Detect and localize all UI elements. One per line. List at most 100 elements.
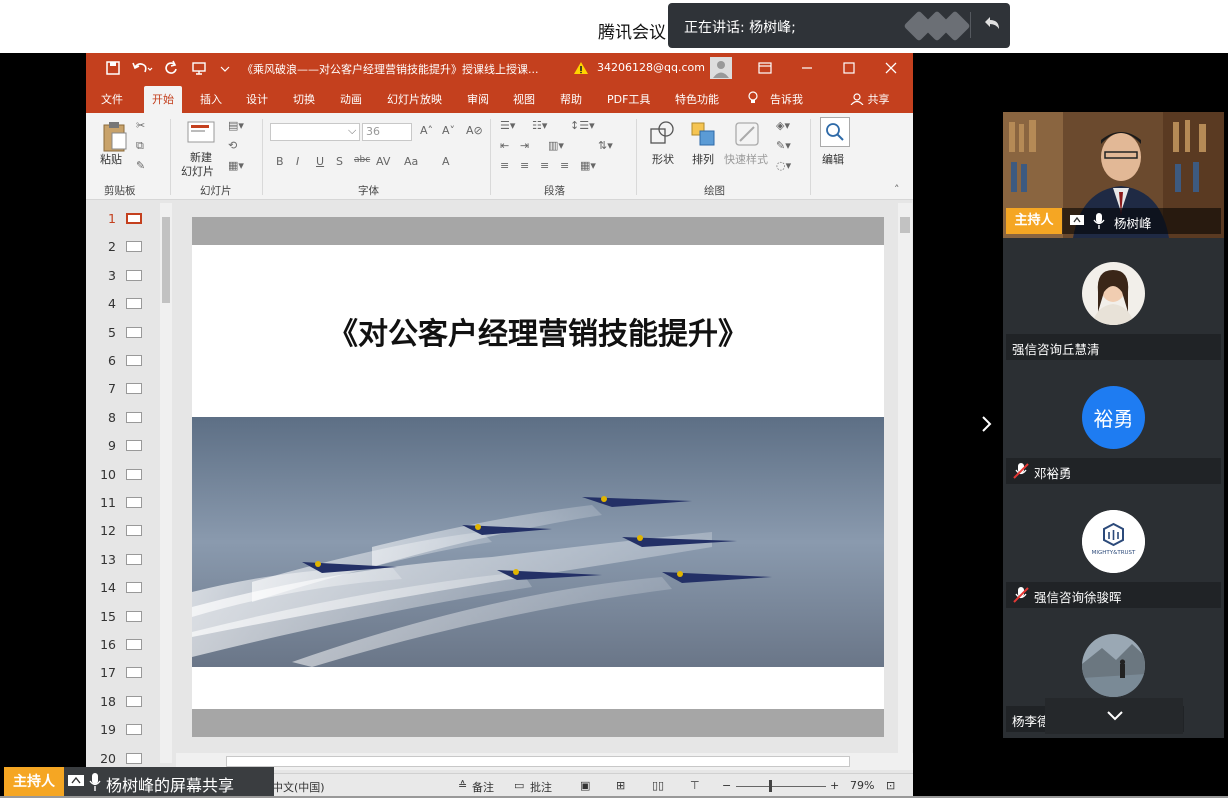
section-icon[interactable]: ▦▾ bbox=[228, 159, 244, 172]
slide-sorter-icon[interactable]: ⊞ bbox=[616, 779, 625, 792]
slide-thumbnail-image[interactable] bbox=[126, 724, 142, 736]
collapse-list-button[interactable] bbox=[1045, 698, 1183, 734]
thumbnail-scrollbar[interactable] bbox=[160, 203, 172, 763]
distribute-icon[interactable]: ▦▾ bbox=[580, 159, 596, 172]
tab-slideshow[interactable]: 幻灯片放映 bbox=[387, 91, 442, 107]
scroll-thumb[interactable] bbox=[900, 217, 910, 233]
slide-thumbnail[interactable]: 12 bbox=[86, 519, 156, 547]
slide-thumbnail[interactable]: 7 bbox=[86, 377, 156, 405]
slide-thumbnail-image[interactable] bbox=[126, 667, 142, 679]
slide-thumbnail[interactable]: 4 bbox=[86, 292, 156, 320]
strikethrough-button[interactable]: abc bbox=[354, 155, 370, 165]
cut-icon[interactable]: ✂ bbox=[136, 119, 145, 132]
slide-thumbnail[interactable]: 9 bbox=[86, 434, 156, 462]
slide-thumbnail-image[interactable] bbox=[126, 525, 142, 537]
normal-view-icon[interactable]: ▣ bbox=[580, 779, 590, 792]
zoom-slider-thumb[interactable] bbox=[769, 780, 772, 792]
slide-thumbnail[interactable]: 3 bbox=[86, 264, 156, 292]
zoom-level[interactable]: 79% bbox=[850, 779, 874, 792]
comments-button[interactable]: 批注 bbox=[530, 779, 552, 795]
slide-thumbnail[interactable]: 19 bbox=[86, 718, 156, 746]
quick-styles-button[interactable]: 快速样式 bbox=[724, 151, 768, 167]
align-center-icon[interactable]: ≡ bbox=[520, 159, 529, 172]
shapes-button[interactable]: 形状 bbox=[652, 151, 674, 167]
slide-thumbnail[interactable]: 16 bbox=[86, 633, 156, 661]
slide-scrollbar[interactable] bbox=[898, 203, 912, 763]
account-avatar-icon[interactable] bbox=[710, 57, 732, 79]
scroll-thumb[interactable] bbox=[226, 756, 850, 767]
notes-icon[interactable]: ≙ bbox=[458, 779, 467, 792]
comments-icon[interactable]: ▭ bbox=[514, 779, 524, 792]
slide-thumbnail-image[interactable] bbox=[126, 213, 142, 224]
underline-button[interactable]: U bbox=[316, 155, 324, 168]
undo-icon[interactable] bbox=[130, 59, 153, 77]
font-color-button[interactable]: A bbox=[442, 155, 450, 168]
slide-thumbnail[interactable]: 5 bbox=[86, 321, 156, 349]
new-slide-button[interactable]: 幻灯片 bbox=[181, 163, 214, 179]
slide-thumbnail-image[interactable] bbox=[126, 695, 142, 707]
slide-thumbnail-image[interactable] bbox=[126, 355, 142, 366]
slide-title[interactable]: 《对公客户经理营销技能提升》 bbox=[192, 309, 884, 353]
shape-outline-icon[interactable]: ✎▾ bbox=[776, 139, 791, 152]
align-right-icon[interactable]: ≡ bbox=[540, 159, 549, 172]
tab-help[interactable]: 帮助 bbox=[560, 91, 582, 107]
participant-tile[interactable]: 杨李德 bbox=[1003, 610, 1224, 734]
paste-button[interactable]: 粘贴 bbox=[100, 151, 122, 167]
tab-special-features[interactable]: 特色功能 bbox=[675, 91, 719, 107]
slide-thumbnail-image[interactable] bbox=[126, 298, 142, 310]
language-indicator[interactable]: 中文(中国) bbox=[272, 779, 325, 795]
text-direction-icon[interactable]: ⇅▾ bbox=[598, 139, 613, 152]
slide-thumbnail[interactable]: 8 bbox=[86, 406, 156, 434]
bullets-icon[interactable]: ☰▾ bbox=[500, 119, 515, 132]
fit-to-window-icon[interactable]: ⊡ bbox=[886, 779, 895, 792]
slide-thumbnail-image[interactable] bbox=[126, 582, 142, 594]
slide-thumbnail-image[interactable] bbox=[126, 269, 142, 281]
participant-tile[interactable]: 裕勇 邓裕勇 bbox=[1003, 362, 1224, 486]
shapes-icon[interactable] bbox=[648, 119, 678, 149]
slide-thumbnail[interactable]: 1 bbox=[86, 207, 156, 235]
close-icon[interactable] bbox=[882, 59, 900, 77]
increase-indent-icon[interactable]: ⇥ bbox=[520, 139, 529, 152]
collapse-ribbon-icon[interactable]: ˄ bbox=[894, 183, 900, 196]
slide-thumbnail-image[interactable] bbox=[126, 411, 142, 423]
zoom-slider[interactable] bbox=[736, 786, 826, 787]
slide-thumbnail-image[interactable] bbox=[126, 752, 142, 764]
slide-thumbnail-image[interactable] bbox=[126, 497, 142, 508]
char-spacing-button[interactable]: AV bbox=[376, 155, 390, 168]
new-slide-icon[interactable] bbox=[186, 119, 216, 147]
bold-button[interactable]: B bbox=[276, 155, 284, 168]
warning-icon[interactable] bbox=[572, 59, 590, 77]
font-size-select[interactable]: 36 bbox=[362, 123, 412, 141]
tab-transitions[interactable]: 切换 bbox=[293, 91, 315, 107]
align-left-icon[interactable]: ≡ bbox=[500, 159, 509, 172]
arrange-button[interactable]: 排列 bbox=[692, 151, 714, 167]
slideshow-view-icon[interactable]: ⊤ bbox=[690, 779, 700, 792]
slide-thumbnail-image[interactable] bbox=[126, 468, 142, 480]
tab-home[interactable]: 开始 bbox=[144, 86, 182, 113]
columns-icon[interactable]: ▥▾ bbox=[548, 139, 564, 152]
slide-thumbnail[interactable]: 13 bbox=[86, 548, 156, 576]
shape-fill-icon[interactable]: ◈▾ bbox=[776, 119, 790, 132]
redo-icon[interactable] bbox=[162, 59, 180, 77]
slide-thumbnail[interactable]: 2 bbox=[86, 235, 156, 263]
shrink-font-icon[interactable]: A˅ bbox=[442, 124, 455, 137]
shape-effects-icon[interactable]: ◌▾ bbox=[776, 159, 791, 172]
save-icon[interactable] bbox=[104, 59, 122, 77]
present-icon[interactable] bbox=[190, 59, 208, 77]
tab-file[interactable]: 文件 bbox=[101, 91, 123, 107]
tab-design[interactable]: 设计 bbox=[246, 91, 268, 107]
reading-view-icon[interactable]: ▯▯ bbox=[652, 779, 664, 792]
quick-styles-icon[interactable] bbox=[732, 119, 762, 149]
slide-thumbnail[interactable]: 11 bbox=[86, 491, 156, 519]
line-spacing-icon[interactable]: ↕☰▾ bbox=[570, 119, 595, 132]
slide-thumbnail-image[interactable] bbox=[126, 326, 142, 338]
slide-thumbnail-image[interactable] bbox=[126, 610, 142, 622]
tab-pdf-tools[interactable]: PDF工具 bbox=[607, 91, 650, 107]
customize-qat-icon[interactable] bbox=[218, 59, 236, 77]
paste-icon[interactable] bbox=[100, 119, 130, 153]
arrange-icon[interactable] bbox=[688, 119, 718, 149]
maximize-icon[interactable] bbox=[840, 59, 858, 77]
zoom-out-icon[interactable]: − bbox=[722, 779, 731, 792]
tab-animations[interactable]: 动画 bbox=[340, 91, 362, 107]
tab-review[interactable]: 审阅 bbox=[467, 91, 489, 107]
